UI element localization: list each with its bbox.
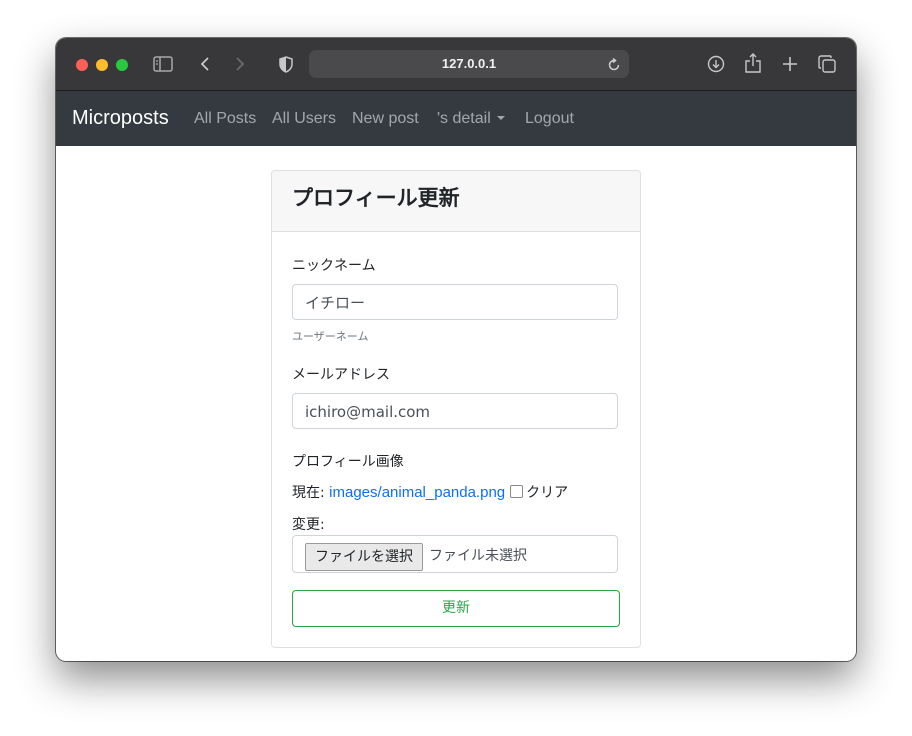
current-image-row: 現在: images/animal_panda.png クリア: [292, 482, 568, 502]
nav-new-post[interactable]: New post: [352, 91, 419, 146]
email-label: メールアドレス: [292, 367, 390, 383]
zoom-window-button[interactable]: [116, 59, 128, 71]
address-bar[interactable]: 127.0.0.1: [309, 50, 629, 78]
back-icon[interactable]: [198, 55, 212, 73]
file-status-text: ファイル未選択: [429, 548, 527, 564]
nickname-help-text: ユーザーネーム: [292, 330, 369, 343]
current-label: 現在:: [292, 485, 325, 501]
share-icon[interactable]: [743, 52, 763, 74]
profile-image-label: プロフィール画像: [292, 454, 404, 470]
site-navbar: Microposts All Posts All Users New post …: [56, 91, 856, 146]
address-url: 127.0.0.1: [441, 56, 497, 71]
download-icon[interactable]: [706, 54, 726, 74]
browser-window: 127.0.0.1 Microposts All Posts All Users…: [56, 38, 856, 661]
file-input[interactable]: ファイルを選択 ファイル未選択: [292, 535, 618, 573]
navbar-brand[interactable]: Microposts: [72, 91, 169, 146]
nickname-label: ニックネーム: [292, 258, 376, 274]
current-image-link[interactable]: images/animal_panda.png: [329, 484, 505, 501]
choose-file-button[interactable]: ファイルを選択: [305, 543, 423, 571]
page-title: プロフィール更新: [272, 171, 640, 232]
nav-user-detail-dropdown[interactable]: 's detail: [437, 91, 505, 146]
nav-user-detail-label: 's detail: [437, 110, 491, 127]
profile-form-card: プロフィール更新 ニックネーム イチロー ユーザーネーム メールアドレス ich…: [271, 170, 641, 648]
email-input[interactable]: ichiro@mail.com: [292, 393, 618, 429]
shield-icon[interactable]: [278, 54, 294, 74]
reload-icon[interactable]: [607, 57, 621, 71]
clear-checkbox[interactable]: [510, 485, 524, 498]
browser-toolbar: 127.0.0.1: [56, 38, 856, 91]
minimize-window-button[interactable]: [96, 59, 108, 71]
forward-icon[interactable]: [233, 55, 247, 73]
update-button[interactable]: 更新: [292, 590, 620, 627]
change-label: 変更:: [292, 517, 325, 533]
nav-all-posts[interactable]: All Posts: [194, 91, 256, 146]
nickname-input[interactable]: イチロー: [292, 284, 618, 320]
close-window-button[interactable]: [76, 59, 88, 71]
tabs-overview-icon[interactable]: [817, 54, 837, 74]
nav-logout[interactable]: Logout: [525, 91, 574, 146]
caret-down-icon: [496, 116, 505, 120]
clear-label[interactable]: クリア: [526, 485, 568, 501]
nav-all-users[interactable]: All Users: [272, 91, 336, 146]
sidebar-icon[interactable]: [153, 55, 173, 73]
new-tab-icon[interactable]: [780, 54, 800, 74]
